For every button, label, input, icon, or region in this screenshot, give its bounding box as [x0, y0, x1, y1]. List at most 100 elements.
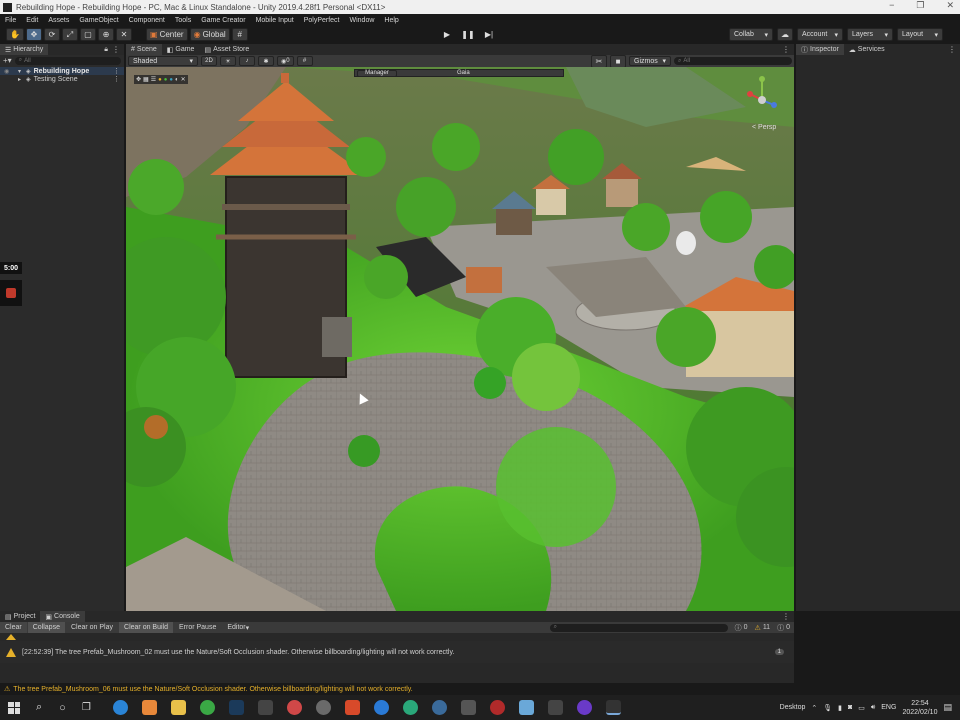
windows-start-icon[interactable]: [8, 701, 20, 714]
menu-gameobject[interactable]: GameObject: [74, 17, 123, 24]
file-explorer-icon[interactable]: [170, 700, 186, 715]
rotate-tool-icon[interactable]: ⟳: [43, 28, 60, 41]
chrome-alt-icon[interactable]: [286, 700, 302, 715]
hierarchy-search-input[interactable]: ⌕ All: [14, 56, 121, 65]
network-icon[interactable]: ▮: [838, 704, 842, 712]
pause-button[interactable]: ❚❚: [459, 28, 477, 41]
scene-search-input[interactable]: ⌕ All: [674, 57, 792, 65]
gizmos-dropdown[interactable]: Gizmos ▾: [629, 56, 671, 66]
battery-icon[interactable]: ▭: [858, 704, 865, 712]
chrome-icon[interactable]: [199, 700, 215, 715]
menu-dots-icon[interactable]: ⋮: [782, 45, 790, 54]
list-icon[interactable]: ☰: [151, 76, 156, 83]
menu-edit[interactable]: Edit: [21, 17, 43, 24]
tab-project[interactable]: ▤ Project: [0, 611, 40, 622]
edge-icon[interactable]: [112, 700, 128, 715]
upwork-icon[interactable]: [402, 700, 418, 715]
menu-assets[interactable]: Assets: [43, 17, 74, 24]
visibility-icon[interactable]: ◉: [4, 68, 18, 75]
desktop-toolbar[interactable]: Desktop: [780, 704, 806, 711]
menu-dots-icon[interactable]: ⋮: [782, 612, 790, 621]
task-view-icon[interactable]: ❐: [82, 702, 91, 713]
transform-tool-icon[interactable]: ⊕: [97, 28, 114, 41]
account-dropdown[interactable]: Account ▾: [797, 28, 843, 41]
menu-tools[interactable]: Tools: [170, 17, 196, 24]
effects-icon[interactable]: ✱: [258, 56, 274, 66]
terminal-icon[interactable]: [547, 700, 563, 715]
notification-icon[interactable]: ▤: [943, 702, 952, 713]
close-button[interactable]: ✕: [946, 0, 954, 14]
close-icon[interactable]: ✕: [181, 76, 186, 83]
obs-icon[interactable]: [576, 700, 592, 715]
move-tool-icon[interactable]: ✥: [136, 76, 141, 83]
tab-hierarchy[interactable]: ☰ Hierarchy: [0, 44, 49, 55]
layers-dropdown[interactable]: Layers ▾: [847, 28, 893, 41]
error-count-toggle[interactable]: ⓘ 0: [777, 623, 790, 633]
manager-button[interactable]: Manager: [357, 69, 397, 77]
menu-dots-icon[interactable]: ⋮: [113, 75, 120, 83]
unity-hub-icon[interactable]: [257, 700, 273, 715]
list-item[interactable]: ◉ ▾ ◈ Rebuilding Hope ⋮: [0, 67, 124, 75]
layout-dropdown[interactable]: Layout ▾: [897, 28, 943, 41]
webcam-icon[interactable]: ◙: [848, 704, 852, 711]
menu-dots-icon[interactable]: ⋮: [948, 45, 956, 54]
scale-tool-icon[interactable]: ⤢: [61, 28, 78, 41]
tab-console[interactable]: ▣ Console: [40, 611, 85, 622]
chevron-up-icon[interactable]: ⌃: [811, 704, 817, 712]
menu-help[interactable]: Help: [379, 17, 403, 24]
tab-asset-store[interactable]: ▤ Asset Store: [199, 44, 254, 55]
collab-dropdown[interactable]: Collab ▾: [729, 28, 773, 41]
custom-tool-icon[interactable]: ✕: [115, 28, 132, 41]
menu-mobile-input[interactable]: Mobile Input: [251, 17, 299, 24]
davinci-icon[interactable]: [489, 700, 505, 715]
vlc-icon[interactable]: [141, 700, 157, 715]
menu-window[interactable]: Window: [345, 17, 380, 24]
tab-scene[interactable]: # Scene: [126, 44, 162, 55]
light-icon[interactable]: ☀: [220, 56, 236, 66]
pivot-global-button[interactable]: ◉ Global: [189, 28, 230, 41]
cortana-icon[interactable]: ○: [59, 702, 66, 714]
clear-on-play-button[interactable]: Clear on Play: [66, 622, 118, 633]
plant-icon[interactable]: ●: [164, 77, 168, 83]
menu-file[interactable]: File: [0, 17, 21, 24]
chrome-profile-icon[interactable]: [315, 700, 331, 715]
hand-tool-icon[interactable]: ✋: [6, 28, 24, 41]
menu-game-creator[interactable]: Game Creator: [196, 17, 250, 24]
unity-editor-icon[interactable]: [605, 700, 621, 715]
add-icon[interactable]: +▾: [3, 56, 12, 65]
grid-icon[interactable]: ▦: [143, 76, 149, 83]
tools-icon[interactable]: ✂: [591, 54, 607, 68]
search-icon[interactable]: ⌕: [36, 701, 42, 714]
volume-icon[interactable]: 🔊︎: [871, 704, 875, 712]
warning-count-toggle[interactable]: ⚠ 11: [755, 624, 771, 632]
snap-icon[interactable]: #: [231, 28, 248, 41]
lock-icon[interactable]: 🔒︎: [104, 46, 108, 54]
minimize-button[interactable]: −: [889, 0, 894, 14]
tab-inspector[interactable]: ⓘ Inspector: [796, 44, 844, 55]
console-search-input[interactable]: ⌕: [549, 623, 728, 632]
list-item[interactable]: ▸ ◈ Testing Scene ⋮: [0, 75, 124, 84]
audio-icon[interactable]: ♪: [239, 56, 255, 66]
menu-component[interactable]: Component: [124, 17, 170, 24]
unity-icon[interactable]: [460, 700, 476, 715]
pivot-center-button[interactable]: ▣ Center: [146, 28, 188, 41]
tab-services[interactable]: ☁ Services: [844, 44, 890, 55]
record-button[interactable]: [0, 280, 22, 306]
scene-viewport[interactable]: [126, 67, 794, 611]
rect-tool-icon[interactable]: ▢: [79, 28, 96, 41]
info-count-toggle[interactable]: ⓘ 0: [735, 623, 748, 633]
clear-on-build-button[interactable]: Clear on Build: [119, 622, 173, 633]
microphone-icon[interactable]: 🎙︎: [823, 704, 832, 712]
menu-dots-icon[interactable]: ⋮: [113, 67, 120, 75]
tab-game[interactable]: ◧ Game: [162, 44, 200, 55]
toggle-2d-button[interactable]: 2D: [201, 56, 217, 66]
internet-explorer-icon[interactable]: [373, 700, 389, 715]
menu-polyperfect[interactable]: PolyPerfect: [299, 17, 345, 24]
git-icon[interactable]: [431, 700, 447, 715]
sun-icon[interactable]: ●: [158, 77, 162, 83]
collapse-button[interactable]: Collapse: [27, 622, 65, 633]
snipping-icon[interactable]: [518, 700, 534, 715]
maximize-button[interactable]: ❐: [916, 0, 924, 14]
steam-icon[interactable]: [228, 700, 244, 715]
office-icon[interactable]: [344, 700, 360, 715]
